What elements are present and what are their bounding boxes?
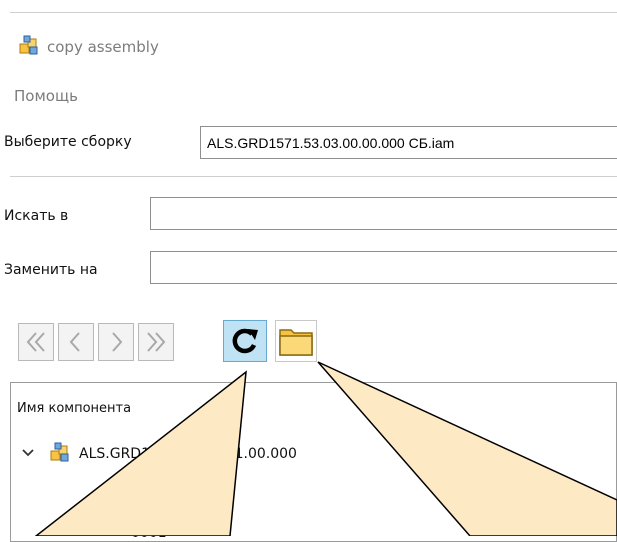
chevron-down-icon[interactable] <box>21 446 41 462</box>
window-title: copy assembly <box>18 34 159 60</box>
assembly-label: Выберите сборку <box>4 134 132 150</box>
last-button[interactable] <box>138 323 174 361</box>
refresh-icon <box>232 328 258 354</box>
tree-row-label: 0001 <box>131 525 167 541</box>
top-divider <box>10 12 617 13</box>
tree-row-label: ALS.GRD1571.53.03.01.00.000 <box>79 446 297 462</box>
tree-row-label: Skeleton <box>131 485 192 501</box>
replace-input[interactable] <box>150 251 617 284</box>
left-icon <box>69 332 80 352</box>
tree-row[interactable]: Skeleton <box>131 485 192 501</box>
menu-help[interactable]: Помощь <box>14 87 78 105</box>
right-icon <box>112 332 123 352</box>
folder-icon <box>279 329 313 356</box>
prev-button[interactable] <box>58 323 94 361</box>
refresh-button[interactable] <box>223 320 267 362</box>
search-label: Искать в <box>4 208 69 224</box>
tree-row[interactable]: 0001 <box>131 525 167 541</box>
first-button[interactable] <box>18 323 54 361</box>
section-divider <box>10 176 617 177</box>
search-input[interactable] <box>150 197 617 230</box>
component-tree[interactable]: Имя компонента ALS.GRD1571.53.03.01.00.0… <box>10 382 617 542</box>
app-title: copy assembly <box>47 38 159 56</box>
next-button[interactable] <box>98 323 134 361</box>
assembly-icon <box>49 441 71 467</box>
assembly-value: ALS.GRD1571.53.03.00.00.000 СБ.iam <box>207 134 455 151</box>
tree-row[interactable]: ALS.GRD1571.53.03.01.00.000 <box>21 441 297 467</box>
double-left-icon <box>26 332 45 352</box>
replace-label: Заменить на <box>4 262 98 278</box>
assembly-select[interactable]: ALS.GRD1571.53.03.00.00.000 СБ.iam <box>200 126 617 159</box>
assembly-icon <box>18 34 40 60</box>
double-right-icon <box>147 332 166 352</box>
folder-button[interactable] <box>275 320 317 362</box>
tree-header: Имя компонента <box>17 401 132 416</box>
